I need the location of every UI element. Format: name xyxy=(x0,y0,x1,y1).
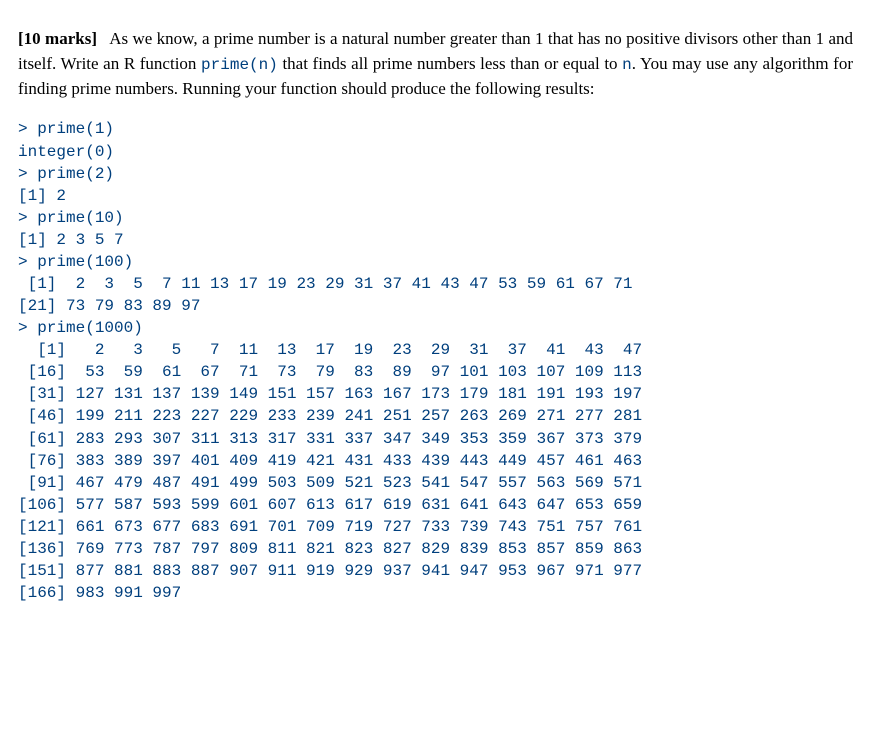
param-n: n xyxy=(622,56,632,74)
page-container: [10 marks] As we know, a prime number is… xyxy=(0,0,871,626)
function-name: prime(n) xyxy=(201,56,278,74)
paragraph-mid: that finds all prime numbers less than o… xyxy=(278,54,622,73)
marks-label: [10 marks] xyxy=(18,29,97,48)
code-block: > prime(1) integer(0) > prime(2) [1] 2 >… xyxy=(18,118,853,604)
question-paragraph: [10 marks] As we know, a prime number is… xyxy=(18,27,853,101)
